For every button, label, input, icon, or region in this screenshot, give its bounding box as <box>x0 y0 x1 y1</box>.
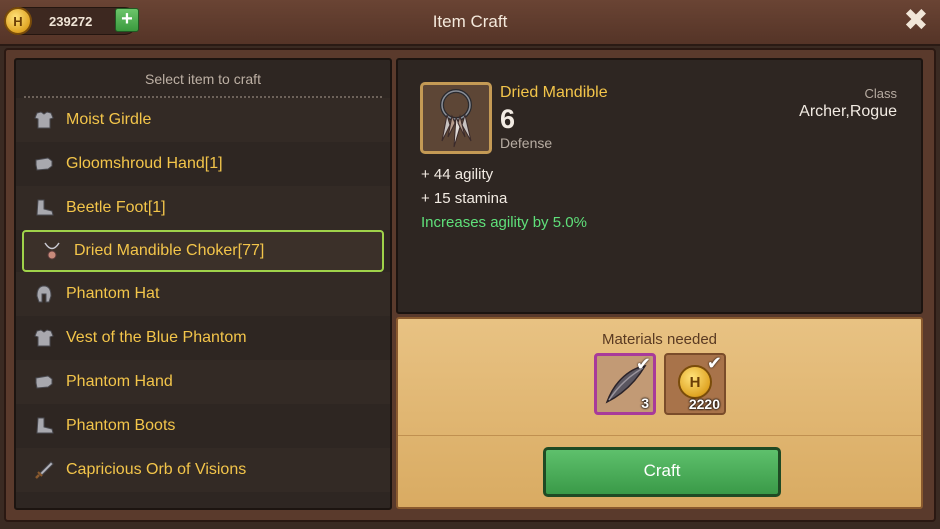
material-count: 3 <box>641 395 649 411</box>
list-item-label: Dried Mandible Choker[77] <box>74 242 265 259</box>
sword-icon <box>32 458 56 482</box>
stat-agility: + 44 agility <box>421 166 494 183</box>
list-item-label: Phantom Hand <box>66 373 173 390</box>
window-title: Item Craft <box>432 12 508 31</box>
armor-icon <box>32 326 56 350</box>
class-value: Archer,Rogue <box>799 103 897 120</box>
item-list: Moist Girdle Gloomshroud Hand[1] Beetle Fo… <box>16 98 390 492</box>
list-item[interactable]: Phantom Boots <box>16 404 390 448</box>
list-item-label: Moist Girdle <box>66 111 152 128</box>
item-value: 6 <box>500 104 516 134</box>
necklace-icon <box>40 239 64 263</box>
item-stat-type: Defense <box>500 135 553 151</box>
list-item-label: Phantom Boots <box>66 417 176 434</box>
list-item[interactable]: Capricious Orb of Visions <box>16 448 390 492</box>
boot-icon <box>32 414 56 438</box>
divider <box>398 435 921 436</box>
list-item[interactable]: Vest of the Blue Phantom <box>16 316 390 360</box>
list-item[interactable]: Gloomshroud Hand[1] <box>16 142 390 186</box>
list-item-label: Phantom Hat <box>66 285 160 302</box>
necklace-icon <box>440 89 472 148</box>
list-item[interactable]: Dried Mandible Choker[77] <box>22 230 384 272</box>
glove-icon <box>32 152 56 176</box>
list-item[interactable]: Phantom Hat <box>16 272 390 316</box>
stat-stamina: + 15 stamina <box>421 190 508 207</box>
item-portrait <box>420 82 492 154</box>
check-icon: ✔ <box>635 354 651 374</box>
boot-icon <box>32 196 56 220</box>
materials-title: Materials needed <box>601 331 718 348</box>
list-item-label: Vest of the Blue Phantom <box>66 329 247 346</box>
craft-button[interactable]: Craft <box>543 447 781 497</box>
check-icon: ✔ <box>706 353 722 373</box>
helmet-icon <box>32 282 56 306</box>
class-label: Class <box>864 86 897 101</box>
material-count: 2220 <box>688 396 720 412</box>
list-item-label: Beetle Foot[1] <box>66 199 166 216</box>
item-list-panel: Select item to craft Moist Girdle Gloomsh… <box>14 58 392 510</box>
list-item-label: Gloomshroud Hand[1] <box>66 155 223 172</box>
glove-icon <box>32 370 56 394</box>
list-header: Select item to craft <box>16 60 390 98</box>
list-item[interactable]: Moist Girdle <box>16 98 390 142</box>
item-detail-panel: Dried Mandible 6 Defense Class Archer,Ro… <box>396 58 923 314</box>
stat-bonus: Increases agility by 5.0% <box>421 214 587 231</box>
item-name: Dried Mandible <box>500 84 608 101</box>
material-slot-feather[interactable]: ✔ 3 <box>594 353 656 415</box>
material-slot-gold[interactable]: H ✔ 2220 <box>664 353 726 415</box>
materials-panel: Materials needed ✔ 3 H ✔ 2220 Craft <box>396 317 923 509</box>
list-item[interactable]: Beetle Foot[1] <box>16 186 390 230</box>
armor-icon <box>32 108 56 132</box>
close-button[interactable]: ✖ <box>902 6 930 36</box>
list-item[interactable]: Phantom Hand <box>16 360 390 404</box>
top-bar: H 239272 + Item Craft ✖ <box>0 0 940 46</box>
list-item-label: Capricious Orb of Visions <box>66 461 247 478</box>
